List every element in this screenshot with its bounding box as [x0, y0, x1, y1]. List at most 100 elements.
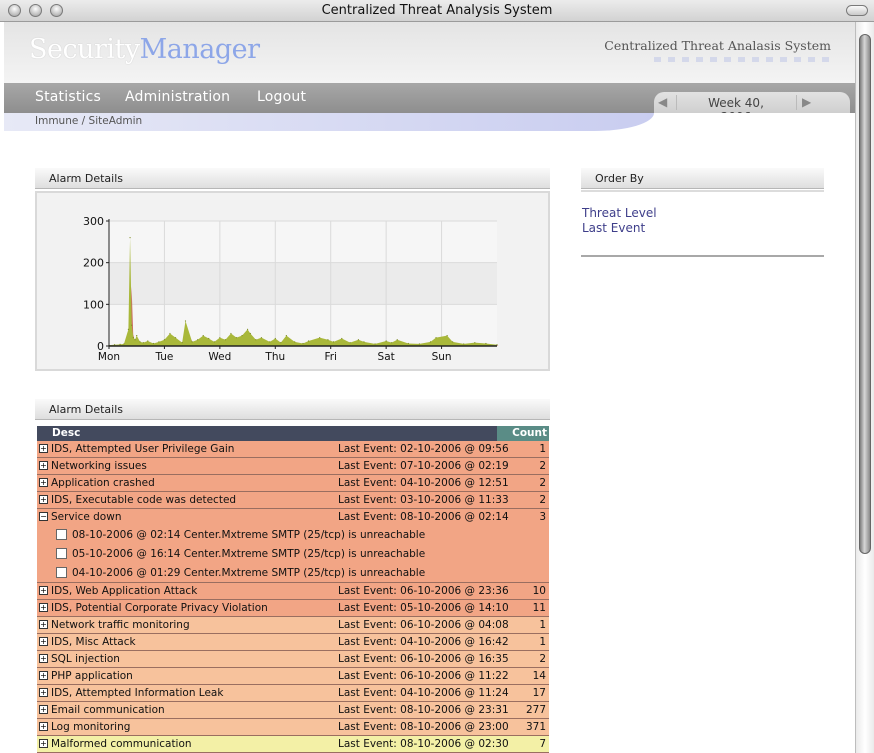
security-manager-logo[interactable]: SecurityManager [29, 34, 260, 65]
row-count: 3 [539, 511, 546, 523]
data-point [396, 339, 398, 341]
plot-band [109, 221, 497, 263]
data-point [407, 342, 409, 345]
data-point [363, 341, 365, 343]
expand-icon[interactable]: + [39, 688, 48, 697]
data-point [485, 342, 487, 345]
data-point [255, 339, 257, 341]
order-by-links: Threat Level Last Event [582, 206, 657, 236]
alarm-chart: 3002001000Mon Tue Wed Thu Fri Sat Sun [83, 215, 499, 363]
row-description: SQL injection [51, 653, 120, 665]
expand-icon[interactable]: + [39, 722, 48, 731]
collapse-icon[interactable]: − [39, 512, 48, 521]
column-header-count[interactable]: Count [497, 426, 549, 441]
expand-icon[interactable]: + [39, 461, 48, 470]
expand-icon[interactable]: + [39, 739, 48, 748]
nav-administration[interactable]: Administration [125, 89, 230, 105]
week-divider [796, 95, 797, 110]
plot-band [109, 262, 497, 305]
table-row[interactable]: + IDS, Web Application Attack Last Event: … [37, 583, 549, 600]
expand-icon[interactable]: + [39, 478, 48, 487]
data-point [147, 340, 149, 342]
row-count: 1 [539, 443, 546, 455]
expand-icon[interactable]: + [39, 705, 48, 714]
data-point [319, 337, 321, 339]
data-point [202, 334, 204, 337]
expand-icon[interactable]: + [39, 671, 48, 680]
detail-checkbox[interactable] [56, 567, 67, 578]
table-row[interactable]: + IDS, Attempted User Privilege Gain Last … [37, 441, 549, 458]
data-point [132, 337, 134, 339]
row-last-event: Last Event: 03-10-2006 @ 11:33 [338, 494, 509, 506]
data-point [230, 332, 232, 335]
table-row[interactable]: + IDS, Attempted Information Leak Last Eve… [37, 685, 549, 702]
data-point [260, 337, 263, 339]
order-by-last-event-link[interactable]: Last Event [582, 221, 657, 236]
x-tick-label: Sat [378, 351, 395, 363]
row-last-event: Last Event: 07-10-2006 @ 02:19 [338, 460, 509, 472]
scrollbar-thumb[interactable] [859, 34, 871, 554]
expand-icon[interactable]: + [39, 603, 48, 612]
data-point [139, 341, 141, 343]
table-row[interactable]: + Log monitoring Last Event: 08-10-2006 @ … [37, 719, 549, 736]
data-point [142, 342, 144, 344]
data-point [280, 342, 282, 344]
table-row[interactable]: + Network traffic monitoring Last Event: 0… [37, 617, 549, 634]
row-last-event: Last Event: 04-10-2006 @ 12:51 [338, 477, 509, 489]
data-point [119, 343, 121, 345]
data-point [327, 339, 329, 341]
table-row[interactable]: + Email communication Last Event: 08-10-20… [37, 702, 549, 719]
order-by-threat-level-link[interactable]: Threat Level [582, 206, 657, 221]
data-point [249, 332, 251, 335]
table-header-row: Desc Count [37, 426, 549, 441]
data-point [213, 341, 215, 343]
table-row[interactable]: − Service down Last Event: 08-10-2006 @ 02… [37, 509, 549, 525]
vertical-scrollbar[interactable] [855, 22, 874, 753]
table-row[interactable]: + Malformed communication Last Event: 08-1… [37, 736, 549, 753]
row-last-event: Last Event: 06-10-2006 @ 04:08 [338, 619, 509, 631]
row-description: PHP application [51, 670, 133, 682]
row-count: 2 [539, 653, 546, 665]
table-row[interactable]: + PHP application Last Event: 06-10-2006 @… [37, 668, 549, 685]
detail-item: 08-10-2006 @ 02:14 Center.Mxtreme SMTP (… [37, 525, 549, 544]
detail-item: 04-10-2006 @ 01:29 Center.Mxtreme SMTP (… [37, 563, 549, 582]
breadcrumb[interactable]: Immune / SiteAdmin [35, 115, 142, 127]
nav-logout[interactable]: Logout [257, 89, 306, 105]
expand-icon[interactable]: + [39, 654, 48, 663]
data-point [174, 337, 177, 339]
detail-item: 05-10-2006 @ 16:14 Center.Mxtreme SMTP (… [37, 544, 549, 563]
table-row[interactable]: + IDS, Potential Corporate Privacy Violat… [37, 600, 549, 617]
data-point [224, 339, 226, 341]
data-point [113, 344, 116, 346]
data-point [219, 337, 221, 339]
row-description: Log monitoring [51, 721, 131, 733]
window-titlebar: Centralized Threat Analysis System [0, 0, 874, 22]
row-last-event: Last Event: 06-10-2006 @ 23:36 [338, 585, 509, 597]
expand-icon[interactable]: + [39, 444, 48, 453]
table-row[interactable]: + IDS, Misc Attack Last Event: 04-10-2006 … [37, 634, 549, 651]
row-count: 10 [532, 585, 546, 597]
data-point [134, 339, 136, 341]
table-row[interactable]: + IDS, Executable code was detected Last E… [37, 492, 549, 509]
detail-checkbox[interactable] [56, 548, 67, 559]
expand-icon[interactable]: + [39, 586, 48, 595]
data-point [169, 332, 171, 335]
triangle-right-icon[interactable]: ▶ [802, 95, 811, 109]
column-header-desc[interactable]: Desc [52, 427, 80, 439]
table-row[interactable]: + Application crashed Last Event: 04-10-20… [37, 475, 549, 492]
detail-checkbox[interactable] [56, 529, 67, 540]
table-row[interactable]: + SQL injection Last Event: 06-10-2006 @ 1… [37, 651, 549, 668]
expanded-row-details: 08-10-2006 @ 02:14 Center.Mxtreme SMTP (… [37, 525, 549, 583]
expand-icon[interactable]: + [39, 495, 48, 504]
data-point [246, 328, 249, 330]
expand-icon[interactable]: + [39, 637, 48, 646]
triangle-left-icon[interactable]: ◀ [658, 95, 667, 109]
data-point [332, 341, 335, 343]
expand-icon[interactable]: + [39, 620, 48, 629]
x-tick-label: Mon [98, 351, 120, 363]
row-count: 1 [539, 636, 546, 648]
toolbar-toggle-button[interactable] [846, 5, 868, 16]
y-tick-label: 200 [83, 257, 104, 270]
table-row[interactable]: + Networking issues Last Event: 07-10-2006… [37, 458, 549, 475]
nav-statistics[interactable]: Statistics [35, 89, 101, 105]
